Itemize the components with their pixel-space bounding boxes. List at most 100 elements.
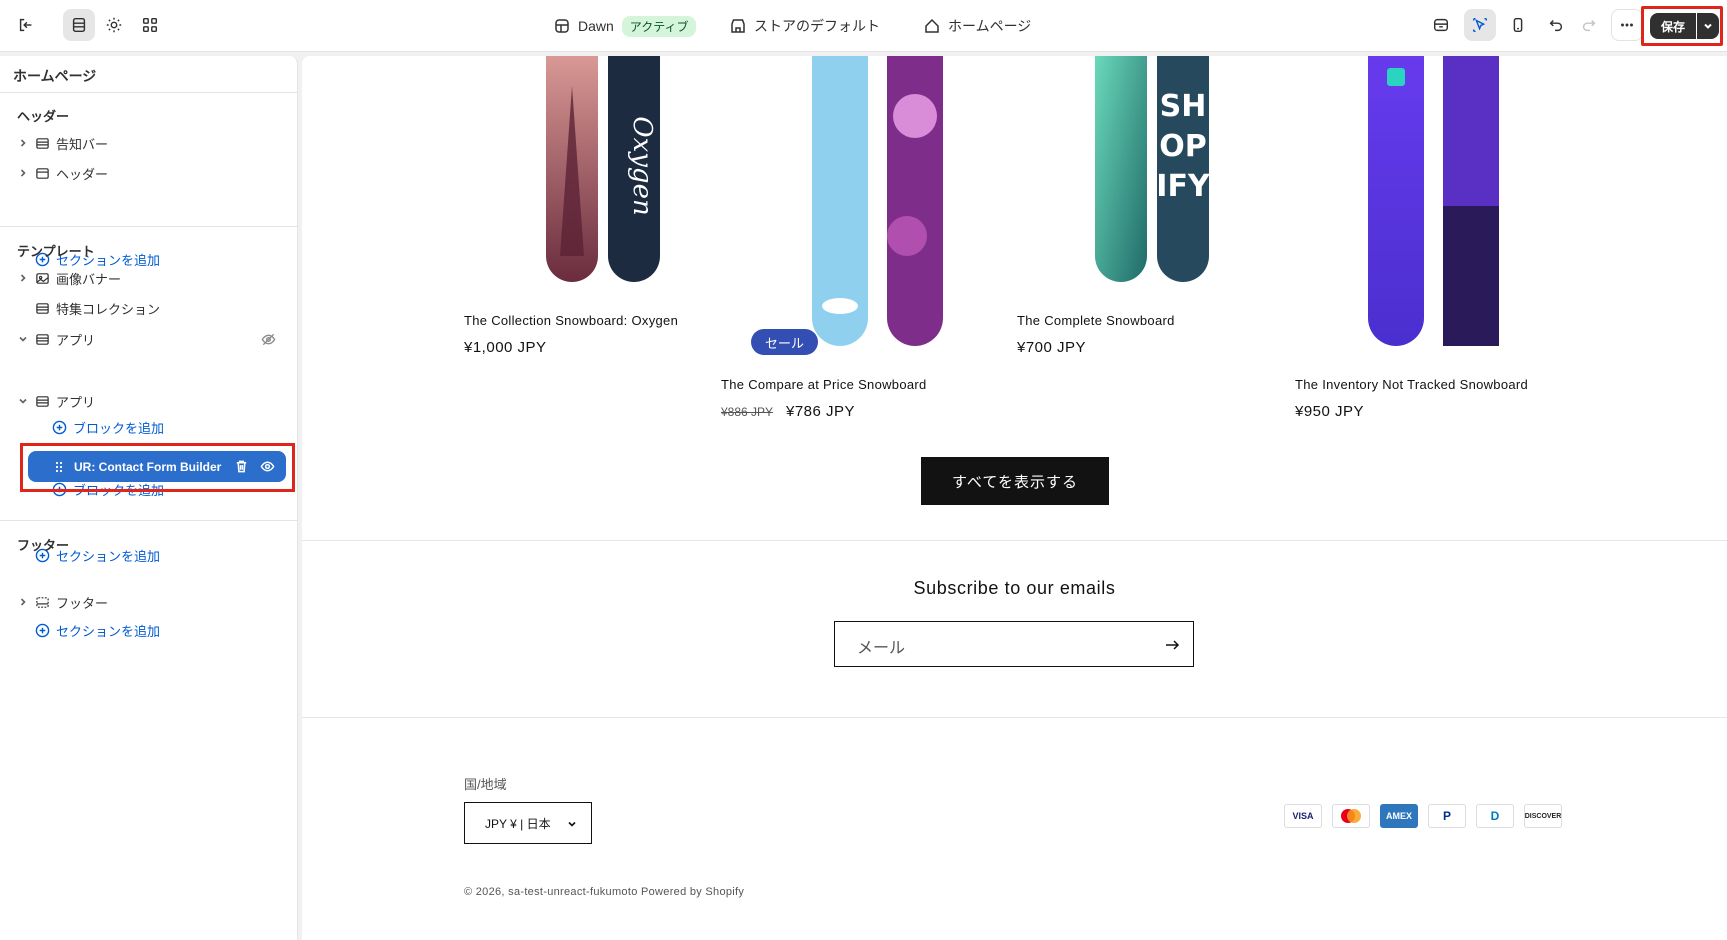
sidebar-item-label: フッター [56, 595, 109, 611]
sidebar-item-label: アプリ [56, 332, 96, 348]
product-price: ¥786 JPY [786, 403, 856, 420]
newsletter-title: Subscribe to our emails [913, 578, 1116, 598]
product-image-inventory-not-tracked[interactable] [1363, 56, 1513, 346]
chevron-down-icon [568, 821, 576, 827]
product-price: ¥1,000 JPY [464, 339, 547, 356]
footer-section-icon [36, 596, 49, 608]
theme-name: Dawn [578, 18, 614, 34]
chevron-down-icon[interactable] [17, 395, 29, 407]
mastercard-icon [1332, 804, 1370, 828]
amex-icon: AMEX [1380, 804, 1418, 828]
page-label: ホームページ [948, 18, 1032, 34]
selected-block-contact-form[interactable]: UR: Contact Form Builder [28, 451, 286, 482]
visa-icon: VISA [1284, 804, 1322, 828]
header-section-icon [36, 167, 49, 179]
editor-topbar: Dawn アクティブ ストアのデフォルト ホームページ 保存 [0, 0, 1727, 52]
theme-icon [555, 19, 569, 33]
sidebar-item-app-1[interactable]: アプリ [0, 325, 298, 353]
save-dropdown-button[interactable] [1697, 13, 1719, 39]
sidebar-item-label: 告知バー [56, 136, 109, 152]
sidebar-title: ホームページ [13, 68, 97, 84]
template-group-heading: テンプレート [17, 244, 95, 259]
sections-icon[interactable] [63, 9, 95, 41]
redo-icon[interactable] [1573, 9, 1605, 41]
add-circle-icon [52, 420, 67, 435]
sidebar-item-app-2[interactable]: アプリ [0, 387, 298, 415]
sidebar-item-header[interactable]: ヘッダー [0, 159, 298, 187]
chevron-down-icon[interactable] [17, 333, 29, 345]
trash-icon[interactable] [234, 459, 249, 474]
sidebar-item-label: 特集コレクション [56, 301, 161, 317]
email-placeholder: メール [857, 640, 906, 657]
theme-selector[interactable]: Dawn アクティブ [554, 0, 697, 52]
sidebar-item-image-banner[interactable]: 画像バナー [0, 264, 298, 292]
chevron-right-icon[interactable] [17, 596, 29, 608]
undo-icon[interactable] [1540, 9, 1572, 41]
header-group-heading: ヘッダー [17, 109, 70, 124]
eye-off-icon[interactable] [261, 332, 276, 347]
product-title[interactable]: The Complete Snowboard [1017, 313, 1175, 328]
chevron-right-icon[interactable] [17, 167, 29, 179]
settings-gear-icon[interactable] [98, 9, 130, 41]
section-icon [36, 302, 49, 314]
section-icon [36, 395, 49, 407]
copyright-text: © 2026, sa-test-unreact-fukumoto Powered… [464, 886, 745, 898]
add-section-footer[interactable]: セクションを追加 [35, 621, 160, 640]
section-icon [36, 137, 49, 149]
paypal-icon: P [1428, 804, 1466, 828]
diners-icon: D [1476, 804, 1514, 828]
chevron-right-icon[interactable] [17, 137, 29, 149]
sidebar-item-label: 画像バナー [56, 271, 122, 287]
sidebar-item-announcement-bar[interactable]: 告知バー [0, 129, 298, 157]
select-cursor-icon[interactable] [1464, 9, 1496, 41]
product-compare-price: ¥886 JPY [721, 405, 774, 419]
sidebar-item-label: ヘッダー [56, 166, 109, 182]
add-circle-icon [35, 623, 50, 638]
save-button[interactable]: 保存 [1650, 13, 1696, 39]
svg-text:IFY: IFY [1156, 169, 1211, 204]
image-icon [36, 272, 49, 284]
country-selector[interactable]: JPY ¥ | 日本 [464, 802, 592, 844]
selected-block-label: UR: Contact Form Builder [74, 459, 222, 474]
add-block-app-1[interactable]: ブロックを追加 [52, 418, 164, 437]
product-title[interactable]: The Collection Snowboard: Oxygen [464, 313, 678, 328]
svg-text:OP: OP [1159, 129, 1207, 164]
chevron-down-icon [1704, 23, 1712, 29]
more-actions-icon[interactable] [1611, 9, 1643, 41]
sidebar-item-featured-collection[interactable]: 特集コレクション [0, 294, 298, 322]
chevron-right-icon[interactable] [17, 272, 29, 284]
inspector-icon[interactable] [1425, 9, 1457, 41]
newsletter-email-input[interactable]: メール [834, 621, 1194, 667]
sale-badge: セール [751, 329, 818, 355]
page-selector[interactable]: ホームページ [924, 0, 1031, 52]
home-icon [925, 18, 939, 33]
sidebar-item-footer[interactable]: フッター [0, 588, 298, 616]
product-price: ¥700 JPY [1017, 339, 1087, 356]
product-title[interactable]: The Inventory Not Tracked Snowboard [1295, 377, 1528, 392]
product-title[interactable]: The Compare at Price Snowboard [721, 377, 927, 392]
store-default-label: ストアのデフォルト [754, 18, 880, 34]
discover-icon: DISCOVER [1524, 804, 1562, 828]
theme-status-badge: アクティブ [621, 15, 697, 37]
country-label: 国/地域 [464, 777, 507, 792]
eye-icon[interactable] [260, 459, 275, 474]
apps-icon[interactable] [134, 9, 166, 41]
store-icon [731, 19, 745, 33]
arrow-right-icon[interactable] [1163, 636, 1181, 654]
product-price: ¥950 JPY [1295, 403, 1365, 420]
footer-group-heading: フッター [17, 538, 70, 553]
drag-handle-icon[interactable] [53, 460, 65, 474]
svg-text:Oxygen: Oxygen [627, 116, 657, 215]
product-image-oxygen[interactable]: Oxygen [544, 56, 664, 286]
svg-text:SH: SH [1160, 89, 1207, 124]
sidebar-item-label: アプリ [56, 394, 96, 410]
view-all-button[interactable]: すべてを表示する [921, 457, 1109, 505]
store-default-selector[interactable]: ストアのデフォルト [730, 0, 880, 52]
exit-icon[interactable] [10, 9, 42, 41]
product-image-complete[interactable]: SH OP IFY [1093, 56, 1213, 286]
theme-preview: Oxygen The Collection Snowboard: Oxygen … [302, 56, 1727, 940]
mobile-preview-icon[interactable] [1502, 9, 1534, 41]
product-image-compare-at-price[interactable] [807, 56, 957, 346]
section-icon [36, 333, 49, 345]
sections-sidebar: ホームページ ヘッダー 告知バー ヘッダー セクションを追加 テンプレート 画像… [0, 56, 298, 940]
